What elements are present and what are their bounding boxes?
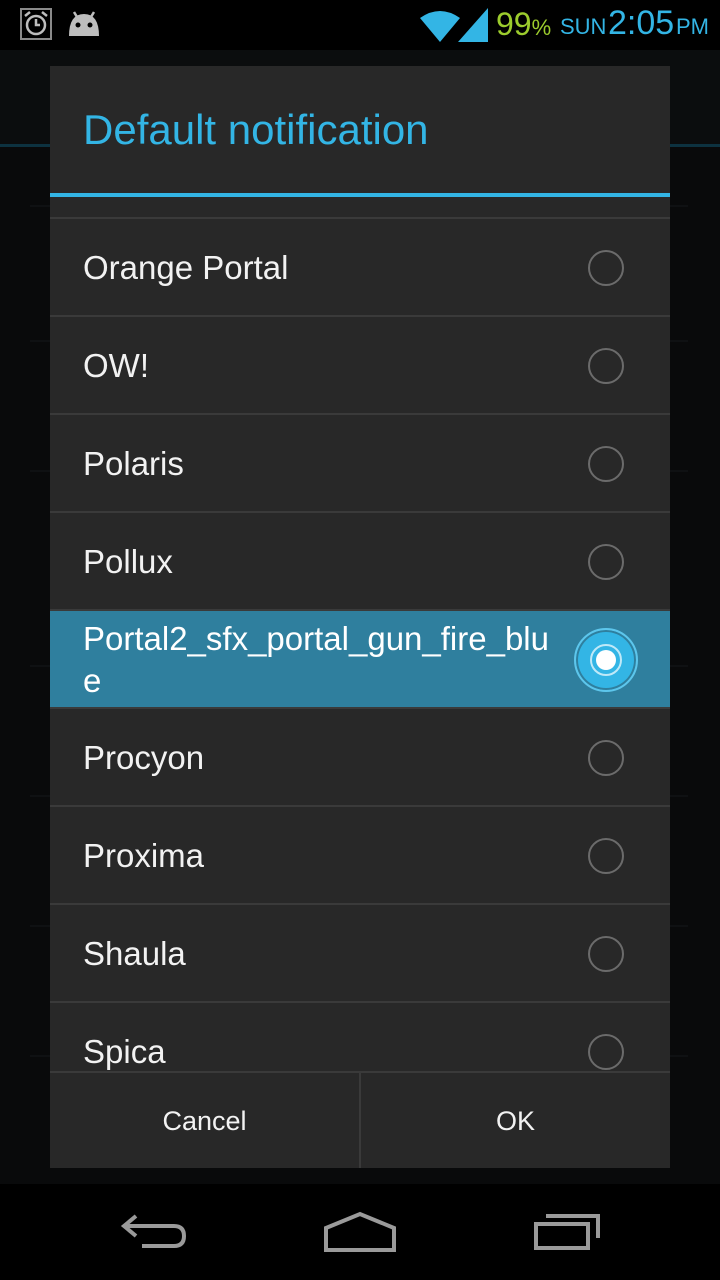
list-item-label: Spica [83, 1032, 166, 1070]
radio-button[interactable] [588, 739, 624, 776]
list-item[interactable]: Pollux [50, 511, 670, 610]
radio-button[interactable] [588, 543, 624, 580]
status-bar: 99% SUN 2:05 PM [0, 0, 720, 50]
alarm-icon [20, 8, 52, 40]
list-item[interactable]: Orange Portal [50, 217, 670, 316]
list-item[interactable]: Procyon [50, 707, 670, 806]
list-item-selected[interactable]: Portal2_sfx_portal_gun_fire_blue [50, 609, 670, 708]
navigation-bar [0, 1184, 720, 1280]
list-item-label: Shaula [83, 934, 186, 972]
list-item-label: Proxima [83, 836, 205, 874]
signal-icon [458, 8, 488, 42]
wifi-icon [420, 11, 460, 42]
radio-button[interactable] [588, 347, 624, 384]
radio-button[interactable] [588, 1033, 624, 1070]
radio-button[interactable] [588, 249, 624, 286]
list-item[interactable]: Shaula [50, 903, 670, 1002]
recent-apps-icon[interactable] [528, 1204, 608, 1254]
list-item[interactable]: Polaris [50, 413, 670, 512]
list-item[interactable]: OW! [50, 315, 670, 414]
list-item-label: OW! [83, 346, 149, 384]
radio-button[interactable] [588, 837, 624, 874]
ringtone-list[interactable]: Orange Portal OW! Polaris Pollux Portal2… [50, 197, 670, 1071]
list-item-label: Pollux [83, 542, 173, 580]
back-icon[interactable] [112, 1204, 192, 1254]
battery-percent: 99% [496, 6, 552, 42]
status-time: 2:05 [608, 4, 675, 42]
status-day: SUN [560, 14, 607, 39]
list-item-label: Polaris [83, 444, 184, 482]
dialog-title: Default notification [83, 106, 429, 153]
cancel-button[interactable]: Cancel [50, 1073, 359, 1168]
list-item[interactable]: Spica [50, 1001, 670, 1071]
home-icon[interactable] [320, 1204, 400, 1254]
status-ampm: PM [676, 14, 709, 39]
list-item[interactable]: Proxima [50, 805, 670, 904]
ok-button[interactable]: OK [361, 1073, 670, 1168]
list-item-label: Portal2_sfx_portal_gun_fire_blue [83, 619, 549, 699]
radio-button[interactable] [588, 935, 624, 972]
dialog-buttons: Cancel OK [50, 1071, 670, 1168]
notification-dialog: Default notification Orange Portal OW! P… [50, 66, 670, 1168]
android-icon [69, 11, 99, 36]
radio-button-checked[interactable] [574, 627, 638, 692]
list-item-label: Procyon [83, 738, 205, 776]
radio-button[interactable] [588, 445, 624, 482]
list-item-label: Orange Portal [83, 248, 289, 286]
